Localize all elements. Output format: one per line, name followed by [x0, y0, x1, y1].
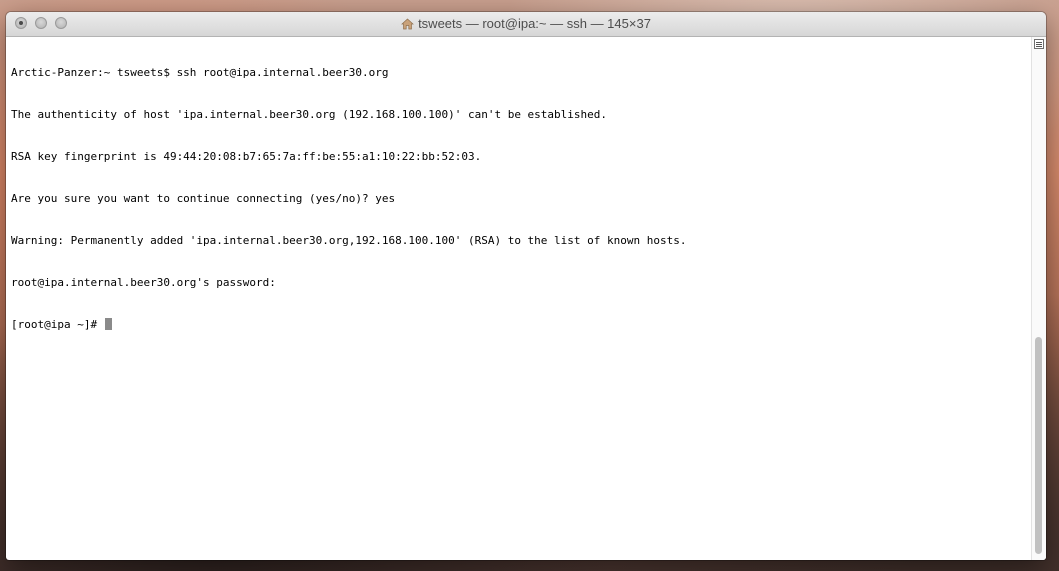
text-cursor [104, 318, 112, 330]
terminal-output[interactable]: Arctic-Panzer:~ tsweets$ ssh root@ipa.in… [6, 37, 1032, 560]
home-icon [401, 18, 414, 34]
terminal-prompt-line[interactable]: [root@ipa ~]# [11, 318, 1032, 332]
terminal-line: The authenticity of host 'ipa.internal.b… [11, 108, 608, 121]
terminal-prompt: [root@ipa ~]# [11, 318, 104, 331]
terminal-line: Arctic-Panzer:~ tsweets$ ssh root@ipa.in… [11, 66, 389, 79]
scroll-thumb[interactable] [1035, 337, 1042, 554]
desktop-background: tsweets — root@ipa:~ — ssh — 145×37 Arct… [0, 0, 1059, 571]
terminal-line: Are you sure you want to continue connec… [11, 192, 396, 205]
window-title-text: tsweets — root@ipa:~ — ssh — 145×37 [418, 16, 651, 31]
vertical-scrollbar[interactable] [1031, 37, 1046, 560]
terminal-window[interactable]: tsweets — root@ipa:~ — ssh — 145×37 Arct… [6, 12, 1046, 560]
list-menu-icon[interactable] [1034, 39, 1044, 49]
terminal-line: Warning: Permanently added 'ipa.internal… [11, 234, 687, 247]
terminal-line: RSA key fingerprint is 49:44:20:08:b7:65… [11, 150, 482, 163]
terminal-line: root@ipa.internal.beer30.org's password: [11, 276, 276, 289]
title-bar[interactable]: tsweets — root@ipa:~ — ssh — 145×37 [6, 12, 1046, 37]
window-title: tsweets — root@ipa:~ — ssh — 145×37 [6, 16, 1046, 34]
